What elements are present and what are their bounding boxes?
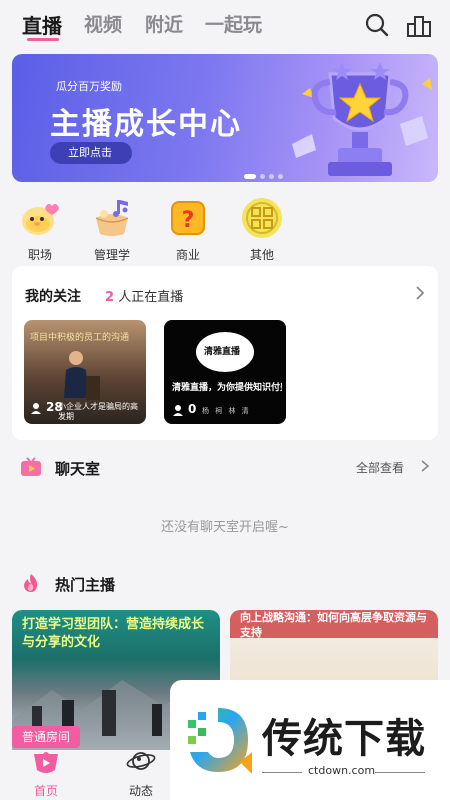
category-management[interactable]: 管理学 [82,196,142,263]
category-label: 职场 [27,248,52,262]
watermark: 传统下载 ctdown.com [170,680,450,800]
watermark-text: 传统下载 [262,716,426,762]
watermark-line [375,772,425,773]
hot-streamers-title: 热门主播 [55,576,116,594]
speaker-image [64,351,100,400]
watermark-line [262,772,302,773]
room-type-badge: 普通房间 [12,726,81,748]
active-tab-indicator [27,38,59,41]
streamer-handle: 杨 柯 林 清 [202,407,251,415]
chatroom-title: 聊天室 [55,460,101,478]
tab-play-together[interactable]: 一起玩 [205,10,262,37]
category-other[interactable]: 其他 [232,196,292,263]
category-business[interactable]: ? 商业 [158,196,218,263]
stream-caption: 小企业人才是骗局的高发期 [58,402,138,421]
chevron-right-icon[interactable] [414,285,426,301]
tv-icon [21,457,41,476]
chick-icon [22,204,59,235]
chevron-right-icon[interactable] [420,459,430,473]
tab-home[interactable]: 首页 [16,748,76,799]
live-count: 2 人正在直播 [105,286,183,305]
viewer-icon [31,403,41,414]
tab-nearby[interactable]: 附近 [145,10,183,37]
promo-banner[interactable]: 瓜分百万奖励 主播成长中心 立即点击 [12,54,438,182]
category-label: 其他 [249,248,274,262]
music-note-icon [95,200,129,236]
banner-subtitle: 瓜分百万奖励 [56,80,122,93]
chatroom-empty-message: 还没有聊天室开启喔~ [161,520,289,535]
tab-moments-label: 动态 [128,784,153,798]
other-icon [242,198,282,238]
tab-live[interactable]: 直播 [22,10,62,39]
follows-title: 我的关注 [25,289,81,305]
stream-top-text: 项目中积极的员工的沟通 [30,333,130,343]
planet-icon [126,752,156,770]
viewer-icon [173,405,183,416]
banner-title: 主播成长中心 [50,107,242,142]
ranking-icon[interactable] [406,12,432,38]
hot-stream-title: 打造学习型团队：营造持续成长与分享的文化 [22,617,205,650]
tab-video[interactable]: 视频 [84,10,122,37]
tab-home-label: 首页 [33,784,58,798]
live-stream-card[interactable]: 项目中积极的员工的沟通 28 小企业人才是骗局的高发期 [24,320,146,424]
tab-moments[interactable]: 动态 [111,748,171,799]
stream-logo-text: 清雅直播 [204,347,241,357]
fire-icon [24,574,38,592]
hot-stream-title: 向上战略沟通：如何向高层争取资源与支持 [240,611,427,639]
see-all-link[interactable]: 全部查看 [356,459,404,476]
stream-caption: 清雅直播，为你提供知识付费。 [172,383,282,393]
trophy-icon [292,62,432,176]
live-count-suffix: 人正在直播 [118,290,184,305]
live-stream-card[interactable]: 清雅直播 清雅直播，为你提供知识付费。 0 杨 柯 林 清 [164,320,286,424]
banner-cta-button[interactable]: 立即点击 [50,142,132,164]
home-icon [34,752,58,773]
viewer-count: 0 [188,402,197,416]
watermark-url: ctdown.com [308,764,376,777]
svg-text:?: ? [182,208,195,233]
live-count-number: 2 [105,290,115,305]
question-mark-icon: ? [171,201,205,235]
category-label: 商业 [175,248,200,262]
category-career[interactable]: 职场 [10,196,70,263]
ctdown-logo-icon [188,708,252,774]
category-label: 管理学 [93,248,130,262]
my-follows-card: 我的关注 2 人正在直播 项目中积极的员工的沟通 28 小企业人才是骗局的高发期… [12,266,438,440]
search-icon[interactable] [364,12,390,38]
top-nav: 直播 视频 附近 一起玩 [0,0,450,50]
banner-pagination [244,164,287,182]
